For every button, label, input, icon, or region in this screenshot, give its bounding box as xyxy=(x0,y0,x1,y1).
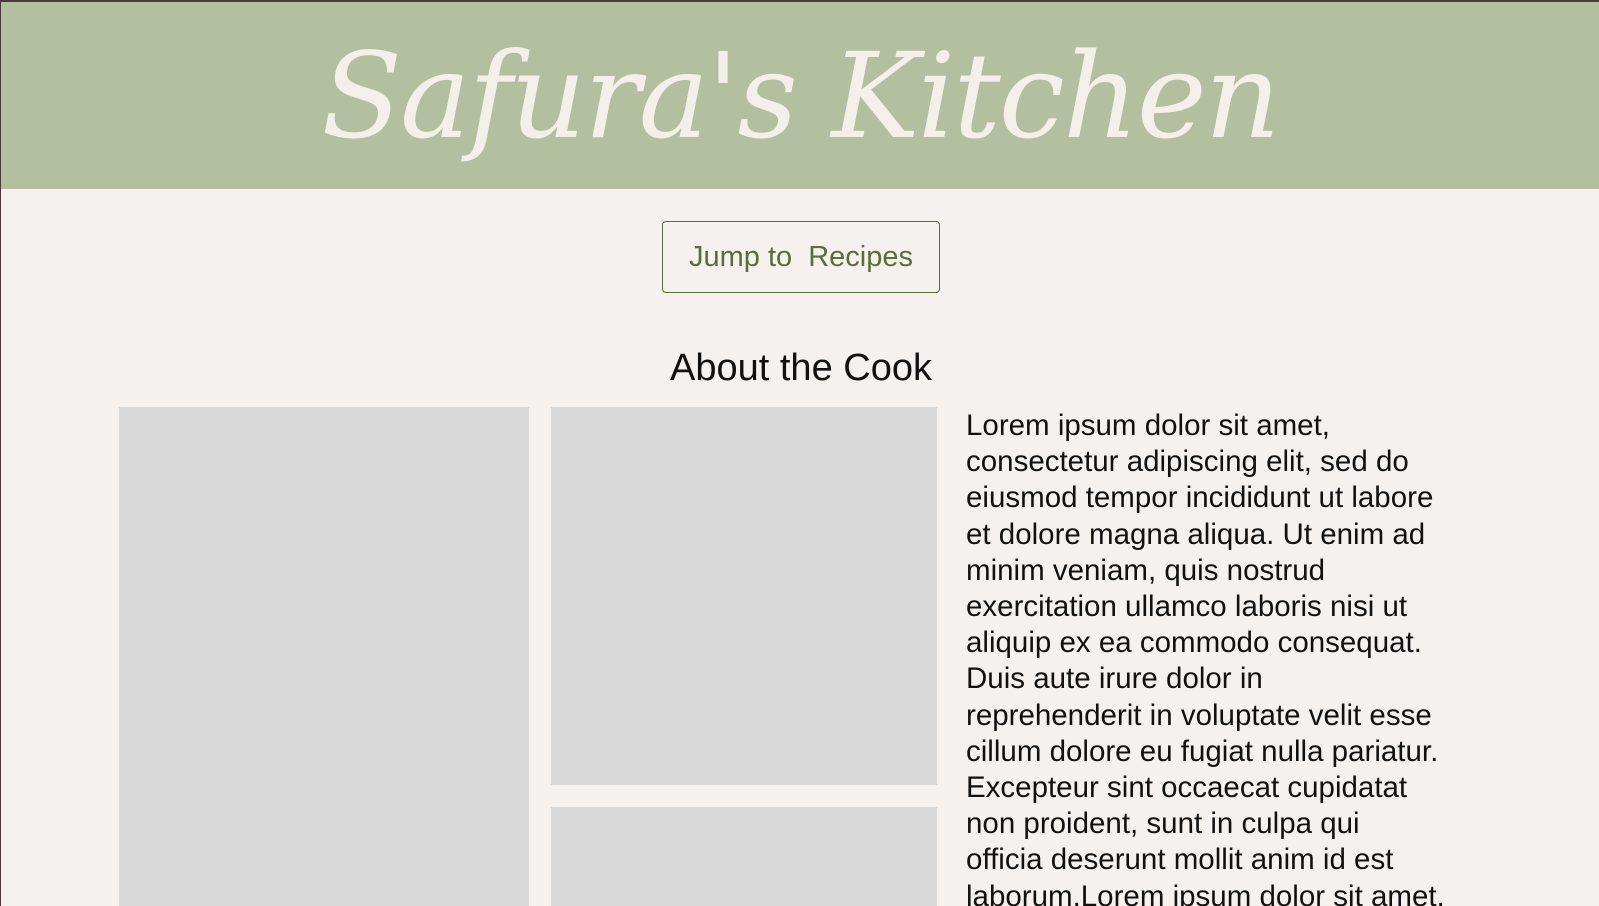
jump-to-recipes-button[interactable]: Jump to Recipes xyxy=(662,221,940,293)
bio-line: consectetur adipiscing elit, sed do xyxy=(966,445,1409,479)
bio-line: non proident, sunt in culpa qui xyxy=(966,807,1360,841)
site-title: Safura's Kitchen xyxy=(321,26,1280,165)
bio-line: Duis aute irure dolor in xyxy=(966,662,1263,696)
cook-photo-large-placeholder xyxy=(119,407,529,906)
bio-line: cillum dolore eu fugiat nulla pariatur. xyxy=(966,734,1439,768)
bio-line: aliquip ex ea commodo consequat. xyxy=(966,626,1422,660)
page-frame: Safura's Kitchen Jump to Recipes About t… xyxy=(0,0,1599,906)
bio-line: minim veniam, quis nostrud xyxy=(966,553,1326,587)
site-header: Safura's Kitchen xyxy=(1,2,1599,189)
about-heading: About the Cook xyxy=(670,347,932,389)
bio-line: exercitation ullamco laboris nisi ut xyxy=(966,590,1408,624)
bio-line: laborum.Lorem ipsum dolor sit amet, xyxy=(966,879,1445,906)
bio-line: eiusmod tempor incididunt ut labore xyxy=(966,481,1434,515)
bio-line: et dolore magna aliqua. Ut enim ad xyxy=(966,517,1426,551)
bio-line: officia deserunt mollit anim id est xyxy=(966,843,1394,877)
cook-photo-top-placeholder xyxy=(551,407,937,785)
bio-line: Excepteur sint occaecat cupidatat xyxy=(966,771,1408,805)
cook-photo-bottom-placeholder xyxy=(551,807,937,906)
cook-bio-text: Lorem ipsum dolor sit amet, consectetur a… xyxy=(966,408,1494,906)
bio-line: reprehenderit in voluptate velit esse xyxy=(966,698,1432,732)
bio-line: Lorem ipsum dolor sit amet, xyxy=(966,409,1330,442)
